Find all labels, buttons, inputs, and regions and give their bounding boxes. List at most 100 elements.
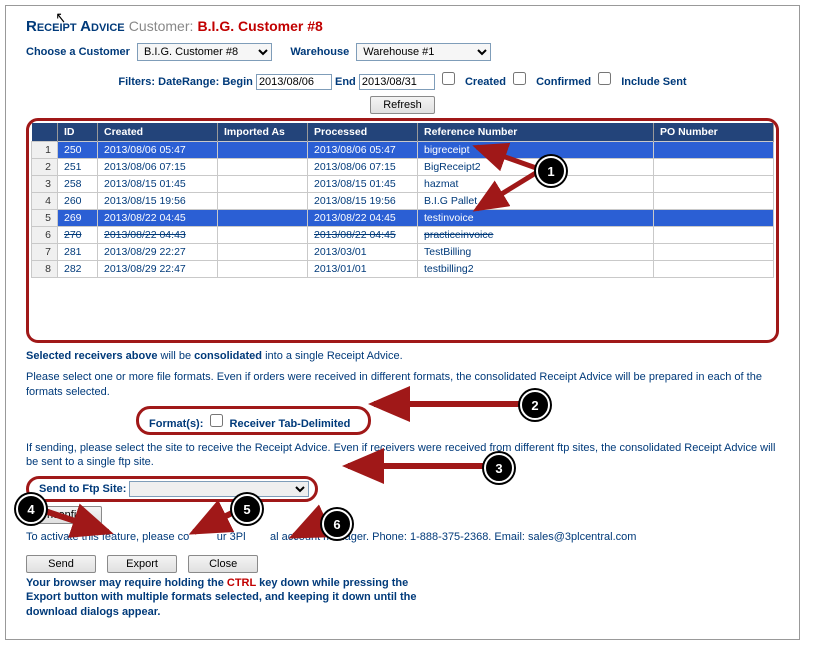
cell[interactable]: 2013/08/15 01:45 [98, 176, 218, 193]
cell[interactable]: 2 [32, 159, 58, 176]
table-row[interactable]: 62702013/08/22 04:43 2013/08/22 04:45prac… [32, 227, 774, 244]
cell[interactable]: testinvoice [418, 210, 654, 227]
table-row[interactable]: 52692013/08/22 04:452013/08/22 04:45test… [32, 210, 774, 227]
cell[interactable]: 258 [58, 176, 98, 193]
warehouse-select[interactable]: Warehouse #1 [356, 43, 491, 61]
filter-confirmed-checkbox[interactable] [513, 72, 526, 85]
cell[interactable]: 5 [32, 210, 58, 227]
close-button[interactable]: Close [188, 555, 258, 573]
cell[interactable]: 2013/08/22 04:45 [98, 210, 218, 227]
cell[interactable]: 2013/01/01 [308, 261, 418, 278]
cell[interactable]: 251 [58, 159, 98, 176]
cell[interactable] [654, 193, 774, 210]
customer-name: B.I.G. Customer #8 [198, 18, 323, 34]
cell[interactable]: 281 [58, 244, 98, 261]
cell[interactable]: 2013/08/06 05:47 [98, 142, 218, 159]
cell[interactable] [218, 176, 308, 193]
send-button[interactable]: Send [26, 555, 96, 573]
grid-header[interactable]: Processed [308, 123, 418, 142]
cell[interactable]: 2013/03/01 [308, 244, 418, 261]
cell[interactable] [218, 159, 308, 176]
activate-msg: To activate this feature, please co ur 3… [26, 530, 779, 545]
cell[interactable]: 2013/08/29 22:47 [98, 261, 218, 278]
cell[interactable]: 3 [32, 176, 58, 193]
cell[interactable]: practiceinvoice [418, 227, 654, 244]
ftp-box: Send to Ftp Site: [26, 476, 318, 502]
filter-created-checkbox[interactable] [442, 72, 455, 85]
table-row[interactable]: 82822013/08/29 22:47 2013/01/01testbillin… [32, 261, 774, 278]
cell[interactable]: 1 [32, 142, 58, 159]
filter-bar: Filters: DateRange: Begin End Created Co… [26, 69, 779, 90]
filter-end-input[interactable] [359, 74, 435, 90]
mouse-cursor-icon: ↖ [55, 8, 66, 28]
formats-box: Format(s): Receiver Tab-Delimited [136, 406, 371, 435]
cell[interactable]: 250 [58, 142, 98, 159]
cell[interactable] [218, 244, 308, 261]
table-row[interactable]: 42602013/08/15 19:562013/08/15 19:56B.I.… [32, 193, 774, 210]
cell[interactable] [654, 244, 774, 261]
cell[interactable]: 270 [58, 227, 98, 244]
ftp-site-select[interactable] [129, 481, 309, 497]
cell[interactable]: 2013/08/06 05:47 [308, 142, 418, 159]
table-row[interactable]: 12502013/08/06 05:472013/08/06 05:47bigr… [32, 142, 774, 159]
cell[interactable]: 2013/08/06 07:15 [98, 159, 218, 176]
grid-header[interactable] [32, 123, 58, 142]
cell[interactable] [654, 159, 774, 176]
grid-header[interactable]: Imported As [218, 123, 308, 142]
grid-header[interactable]: ID [58, 123, 98, 142]
export-button[interactable]: Export [107, 555, 177, 573]
cell[interactable]: 260 [58, 193, 98, 210]
cell[interactable]: TestBilling [418, 244, 654, 261]
cell[interactable]: 2013/08/15 19:56 [98, 193, 218, 210]
filter-begin-input[interactable] [256, 74, 332, 90]
filter-confirmed-label: Confirmed [536, 76, 591, 88]
format-receiver-tab-checkbox[interactable] [210, 414, 223, 427]
cell[interactable]: 269 [58, 210, 98, 227]
formats-help: Please select one or more file formats. … [26, 370, 779, 400]
unconfirm-button[interactable]: Unconfirm [26, 506, 102, 524]
cell[interactable]: bigreceipt [418, 142, 654, 159]
consolidation-msg: Selected receivers above will be consoli… [26, 349, 779, 364]
cell[interactable]: 2013/08/22 04:43 [98, 227, 218, 244]
receivers-grid[interactable]: IDCreatedImported AsProcessedReference N… [26, 118, 779, 343]
cell[interactable]: 2013/08/22 04:45 [308, 227, 418, 244]
grid-header[interactable]: Reference Number [418, 123, 654, 142]
cell[interactable] [654, 142, 774, 159]
choose-customer-select[interactable]: B.I.G. Customer #8 [137, 43, 272, 61]
cell[interactable]: hazmat [418, 176, 654, 193]
cell[interactable]: B.I.G Pallet [418, 193, 654, 210]
cell[interactable]: 2013/08/15 19:56 [308, 193, 418, 210]
format-receiver-tab-label: Receiver Tab-Delimited [230, 418, 351, 430]
page-title: Receipt Advice Customer: B.I.G. Customer… [26, 18, 779, 35]
cell[interactable] [218, 210, 308, 227]
cell[interactable] [654, 176, 774, 193]
ftp-help: If sending, please select the site to re… [26, 441, 779, 471]
cell[interactable]: 2013/08/15 01:45 [308, 176, 418, 193]
cell[interactable] [218, 261, 308, 278]
choose-customer-label: Choose a Customer [26, 46, 130, 58]
cell[interactable]: 6 [32, 227, 58, 244]
table-row[interactable]: 22512013/08/06 07:152013/08/06 07:15BigR… [32, 159, 774, 176]
cell[interactable]: testbilling2 [418, 261, 654, 278]
cell[interactable]: 2013/08/29 22:27 [98, 244, 218, 261]
cell[interactable] [654, 210, 774, 227]
cell[interactable]: 2013/08/06 07:15 [308, 159, 418, 176]
grid-header[interactable]: PO Number [654, 123, 774, 142]
grid-header[interactable]: Created [98, 123, 218, 142]
cell[interactable]: 2013/08/22 04:45 [308, 210, 418, 227]
cell[interactable]: BigReceipt2 [418, 159, 654, 176]
cell[interactable] [218, 142, 308, 159]
cell[interactable]: 282 [58, 261, 98, 278]
refresh-button[interactable]: Refresh [370, 96, 435, 114]
cell[interactable] [654, 261, 774, 278]
cell[interactable]: 8 [32, 261, 58, 278]
cell[interactable]: 7 [32, 244, 58, 261]
table-row[interactable]: 72812013/08/29 22:27 2013/03/01TestBillin… [32, 244, 774, 261]
cell[interactable] [654, 227, 774, 244]
cell[interactable] [218, 193, 308, 210]
cell[interactable]: 4 [32, 193, 58, 210]
cell[interactable] [218, 227, 308, 244]
table-row[interactable]: 32582013/08/15 01:452013/08/15 01:45hazm… [32, 176, 774, 193]
customer-label: Customer: [129, 18, 194, 34]
filter-includesent-checkbox[interactable] [598, 72, 611, 85]
